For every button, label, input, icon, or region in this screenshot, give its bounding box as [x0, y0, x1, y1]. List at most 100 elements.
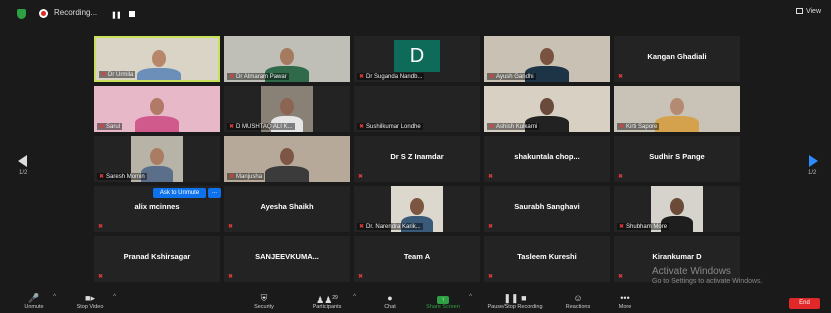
reactions-button[interactable]: ☺ Reactions [562, 292, 594, 313]
more-button[interactable]: ••• More [614, 292, 636, 313]
meeting-topbar: Recording... ❚❚ View [0, 0, 831, 26]
stop-video-button[interactable]: ■▸ Stop Video ^ [72, 292, 116, 313]
participant-more-button[interactable]: ... [208, 188, 221, 198]
participant-face [670, 98, 684, 115]
participant-tile[interactable]: ✖ Saresh Momin [94, 136, 220, 182]
participant-name: ✖ Dr Atmaram Pawar [227, 73, 289, 80]
recording-icon [39, 9, 48, 18]
participant-name-text: Ashish Kulkarni [496, 124, 538, 130]
participant-name: Sudhir S Pange [649, 152, 705, 161]
participant-name: ✖ Kirti Sapore [617, 123, 660, 130]
participant-tile[interactable]: Ayesha Shaikh ✖ [224, 186, 350, 232]
muted-microphone-icon: ✖ [229, 174, 235, 180]
participant-name-text: Sushilkumar Londhe [366, 124, 421, 130]
participant-tile[interactable]: ✖ D MUSHTAQ ALI K... [224, 86, 350, 132]
muted-microphone-icon: ✖ [489, 74, 495, 80]
security-button[interactable]: ⛨ Security [250, 292, 278, 313]
video-options-chevron-icon[interactable]: ^ [113, 294, 116, 300]
participant-name: Kangan Ghadiali [647, 52, 707, 61]
participant-tile[interactable]: ✖ Manjusha [224, 136, 350, 182]
participant-name: ✖ Ayush Gandhi [487, 73, 536, 80]
participant-tile[interactable]: SANJEEVKUMA... ✖ [224, 236, 350, 282]
participant-tile[interactable]: Team A ✖ [354, 236, 480, 282]
participant-face [280, 98, 294, 115]
participant-name-text: Manjusha [236, 174, 263, 180]
ask-to-unmute-button[interactable]: Ask to Unmute [153, 188, 206, 198]
participant-name: Team A [403, 252, 431, 261]
participant-tile[interactable]: Dr S Z Inamdar ✖ [354, 136, 480, 182]
participant-tile[interactable]: ✖ Sushilkumar Londhe [354, 86, 480, 132]
participant-name: ✖ Manjusha [227, 173, 265, 180]
participant-name: ✖ Saresh Momin [97, 173, 147, 180]
participant-name-text: D MUSHTAQ ALI K... [236, 124, 293, 130]
participant-tile[interactable]: Pranad Kshirsagar ✖ [94, 236, 220, 282]
participant-tile[interactable]: ✖ Ashish Kulkarni [484, 86, 610, 132]
participant-name: ✖ Dr Suganda Nandb... [357, 73, 425, 80]
muted-microphone-icon: ✖ [488, 274, 494, 280]
participant-tile[interactable]: shakuntala chop... ✖ [484, 136, 610, 182]
participant-name-text: Ayush Gandhi [496, 74, 534, 80]
security-shield-toolbar-icon: ⛨ [260, 293, 268, 303]
muted-microphone-icon: ✖ [358, 174, 364, 180]
muted-microphone-icon: ✖ [488, 174, 494, 180]
page-indicator-right: 1/2 [808, 170, 817, 176]
next-page-arrow-icon[interactable] [809, 155, 818, 167]
audio-options-chevron-icon[interactable]: ^ [53, 294, 56, 300]
participant-face [540, 48, 554, 65]
previous-page-arrow-icon[interactable] [18, 155, 27, 167]
participant-face [280, 148, 294, 165]
watermark-title: Activate Windows [652, 266, 731, 277]
participant-tile[interactable]: Saurabh Sanghavi ✖ [484, 186, 610, 232]
participant-name: Tasleem Kureshi [517, 252, 577, 261]
participant-name-text: Dr. Narendra Karik... [366, 224, 421, 230]
security-shield-icon[interactable] [17, 9, 26, 19]
participant-tile[interactable]: ✖ Shubham More [614, 186, 740, 232]
muted-microphone-icon: ✖ [358, 274, 364, 280]
view-button[interactable]: View [795, 8, 821, 15]
participant-name: ✖ Dr Urmila [99, 71, 136, 78]
pause-recording-icon[interactable]: ❚❚ [111, 11, 122, 19]
end-meeting-button[interactable]: End [789, 298, 820, 309]
chat-button[interactable]: ● Chat [380, 292, 400, 313]
participant-tile[interactable]: ✖ Sarul [94, 86, 220, 132]
participant-tile[interactable]: ✖ Ayush Gandhi [484, 36, 610, 82]
participant-tile[interactable]: D ✖ Dr Suganda Nandb... [354, 36, 480, 82]
participant-name: SANJEEVKUMA... [255, 252, 319, 261]
muted-microphone-icon: ✖ [228, 224, 234, 230]
participant-tile[interactable]: ✖ Dr Atmaram Pawar [224, 36, 350, 82]
unmute-button[interactable]: 🎤 Unmute ^ [20, 292, 56, 313]
participant-face [280, 48, 294, 65]
muted-microphone-icon: ✖ [488, 224, 494, 230]
muted-microphone-icon: ✖ [99, 174, 105, 180]
reactions-smiley-icon: ☺ [573, 293, 583, 303]
muted-microphone-icon: ✖ [618, 274, 624, 280]
participant-name-text: Saresh Momin [106, 174, 145, 180]
participant-name: Kirankumar D [652, 252, 702, 261]
participant-face [152, 50, 166, 67]
participants-button[interactable]: ♟♟29 Participants ^ [306, 292, 356, 313]
participant-name: ✖ Shubham More [617, 223, 670, 230]
unmute-label: Unmute [24, 304, 44, 310]
participant-name-text: Shubham More [626, 224, 668, 230]
participant-name: ✖ Sushilkumar Londhe [357, 123, 423, 130]
participant-tile[interactable]: ✖ Dr. Narendra Karik... [354, 186, 480, 232]
participant-tile[interactable]: Tasleem Kureshi ✖ [484, 236, 610, 282]
pause-stop-recording-button[interactable]: ❚❚ ■ Pause/Stop Recording [480, 292, 550, 313]
participant-tile[interactable]: ✖ Dr Urmila [94, 36, 220, 82]
share-options-chevron-icon[interactable]: ^ [469, 294, 472, 300]
recording-label: Recording... [54, 8, 98, 17]
participant-tile[interactable]: Kangan Ghadiali ✖ [614, 36, 740, 82]
participants-icon: ♟♟29 [316, 295, 338, 305]
participant-face [540, 98, 554, 115]
muted-microphone-icon: ✖ [229, 74, 235, 80]
muted-microphone-icon: ✖ [99, 124, 105, 130]
participant-tile[interactable]: ✖ Kirti Sapore [614, 86, 740, 132]
share-screen-button[interactable]: ↑ Share Screen ^ [422, 292, 472, 313]
participant-name: Ayesha Shaikh [260, 202, 314, 211]
participants-options-chevron-icon[interactable]: ^ [353, 294, 356, 300]
chat-bubble-icon: ● [387, 293, 393, 303]
stop-recording-icon[interactable] [129, 11, 135, 17]
participant-tile[interactable]: Sudhir S Pange ✖ [614, 136, 740, 182]
meeting-toolbar: 🎤 Unmute ^ ■▸ Stop Video ^ ⛨ Security ♟♟… [0, 292, 831, 313]
stop-video-label: Stop Video [76, 304, 104, 310]
